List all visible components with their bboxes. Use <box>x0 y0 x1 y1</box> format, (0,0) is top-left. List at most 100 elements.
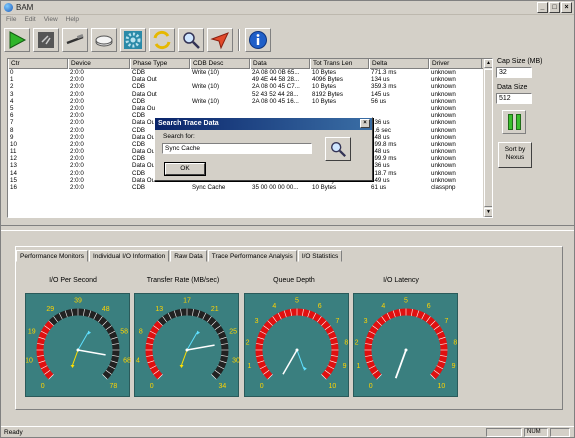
table-cell: unknown <box>431 140 456 148</box>
column-header[interactable]: Data <box>250 59 310 69</box>
pause-button[interactable] <box>502 110 526 134</box>
table-cell: 145 us <box>371 90 390 98</box>
table-cell: unknown <box>431 104 456 112</box>
table-row[interactable]: 0 2:0:0 CDB Write (10) 2A 08 00 0B 65... 10 B… <box>8 69 492 76</box>
table-cell: 2:0:0 <box>70 97 84 105</box>
column-header[interactable]: Device <box>68 59 130 69</box>
cap-size-input[interactable]: 32 <box>496 67 532 78</box>
status-bar: Ready NUM <box>1 426 574 437</box>
table-cell: 1 <box>10 76 14 84</box>
table-cell: 2:0:0 <box>70 104 84 112</box>
gauge-tick-label: 48 <box>102 306 110 313</box>
menu-file[interactable]: File <box>6 16 16 26</box>
table-cell: Data Out <box>132 76 157 84</box>
gauge-avg-marker <box>179 365 184 369</box>
play-icon <box>9 31 27 49</box>
table-cell: 56 us <box>371 97 387 105</box>
settings-button[interactable] <box>120 28 146 52</box>
start-trace-button[interactable] <box>4 28 30 52</box>
column-header[interactable]: CDB Desc <box>190 59 250 69</box>
tab-io-statistics[interactable]: I/O Statistics <box>297 250 343 262</box>
table-cell: Data Out <box>132 90 157 98</box>
splitter[interactable] <box>1 225 574 231</box>
menu-view[interactable]: View <box>44 16 58 26</box>
gauge-peak-needle <box>186 332 198 351</box>
table-scrollbar[interactable]: ▲ ▼ <box>483 59 492 217</box>
tab-raw-data[interactable]: Raw Data <box>170 250 207 262</box>
menu-help[interactable]: Help <box>66 16 79 26</box>
tab-trace-performance-analysis[interactable]: Trace Performance Analysis <box>207 250 297 262</box>
column-header[interactable]: Delta <box>369 59 429 69</box>
table-cell: 359.3 ms <box>371 83 397 91</box>
table-cell: 2:0:0 <box>70 76 84 84</box>
gauge-io-per-second: 0 10 19 29 39 48 58 68 78 <box>25 293 131 397</box>
table-cell: 2:0:0 <box>70 83 84 91</box>
refresh-button[interactable] <box>149 28 175 52</box>
close-button[interactable]: × <box>561 2 572 13</box>
dialog-title: Search Trace Data <box>158 120 219 127</box>
column-header[interactable]: Driver <box>429 59 482 69</box>
table-cell: CDB <box>132 184 146 191</box>
scroll-thumb[interactable] <box>484 69 492 207</box>
table-cell: 12 <box>10 155 17 163</box>
search-icon <box>331 142 346 157</box>
maximize-button[interactable]: □ <box>549 2 560 13</box>
table-row[interactable]: 1 2:0:0 Data Out 49 4E 44 58 28... 4096 Byte… <box>8 76 492 83</box>
column-header[interactable]: Phase Type <box>130 59 190 69</box>
table-cell: 2:0:0 <box>70 140 84 148</box>
status-text: Ready <box>4 429 23 436</box>
status-num: NUM <box>524 428 548 437</box>
table-cell: 2:0:0 <box>70 148 84 156</box>
dialog-search-button[interactable] <box>325 137 351 161</box>
table-cell: 2:0:0 <box>70 90 84 98</box>
table-row[interactable]: 4 2:0:0 CDB Write (10) 2A 08 00 45 16... 10 B… <box>8 98 492 105</box>
ok-button[interactable]: OK <box>164 162 206 176</box>
sort-by-nexus-button[interactable]: Sort by Nexus <box>498 142 532 168</box>
connect-button[interactable] <box>62 28 88 52</box>
stop-trace-button[interactable] <box>33 28 59 52</box>
tab-individual-io-information[interactable]: Individual I/O Information <box>88 250 170 262</box>
info-button[interactable] <box>245 28 271 52</box>
table-cell: 148 us <box>371 148 390 156</box>
table-cell: 9 <box>10 133 14 141</box>
table-cell: 14 <box>10 169 17 177</box>
gauge-tick-label: 3 <box>364 318 368 325</box>
table-cell <box>190 91 250 98</box>
send-button[interactable] <box>207 28 233 52</box>
table-cell: unknown <box>431 119 456 127</box>
scroll-up-arrow[interactable]: ▲ <box>484 59 492 68</box>
disk-button[interactable] <box>91 28 117 52</box>
gauge-tick-label: 4 <box>272 303 276 310</box>
column-header[interactable]: Ctr <box>8 59 68 69</box>
table-cell: Data Ou <box>132 104 156 112</box>
search-button[interactable] <box>178 28 204 52</box>
table-cell: 136 us <box>371 119 390 127</box>
gauge-tick-label: 0 <box>41 383 45 390</box>
table-row[interactable]: 3 2:0:0 Data Out 52 43 52 44 28... 8192 Byte… <box>8 91 492 98</box>
column-header[interactable]: Tot Trans Len <box>310 59 369 69</box>
menu-edit[interactable]: Edit <box>24 16 35 26</box>
table-row[interactable]: 2 2:0:0 CDB Write (10) 2A 08 00 45 C7... 10 B… <box>8 83 492 90</box>
table-cell: 2:0:0 <box>70 119 84 127</box>
gauge-tick-label: 25 <box>229 328 237 335</box>
scroll-down-arrow[interactable]: ▼ <box>484 208 492 217</box>
table-cell: 136 us <box>371 162 390 170</box>
search-input[interactable]: Sync Cache <box>162 143 312 154</box>
gauge-tick-label: 1 <box>356 363 360 370</box>
table-row[interactable]: 16 2:0:0 CDB Sync Cache 35 00 00 00 00... 10 … <box>8 184 492 191</box>
dialog-close-button[interactable]: × <box>360 119 370 128</box>
tab-performance-monitors[interactable]: Performance Monitors <box>16 250 88 262</box>
gauge-tick-label: 0 <box>260 383 264 390</box>
gauge-title-transfer-rate: Transfer Rate (MB/sec) <box>146 277 220 284</box>
gauge-scale-arc <box>364 308 448 380</box>
minimize-button[interactable]: _ <box>537 2 548 13</box>
data-size-label: Data Size <box>497 84 528 91</box>
table-row[interactable]: 5 2:0:0 Data Ou unknown <box>8 105 492 112</box>
table-cell: unknown <box>431 148 456 156</box>
table-header: Ctr Device Phase Type CDB Desc Data Tot … <box>8 59 492 69</box>
data-size-input[interactable]: 512 <box>496 93 532 104</box>
gauge-hub <box>185 348 189 352</box>
gauge-peak-marker <box>197 330 200 335</box>
table-cell: 218.7 ms <box>371 169 397 177</box>
table-cell: 7 <box>10 119 14 127</box>
